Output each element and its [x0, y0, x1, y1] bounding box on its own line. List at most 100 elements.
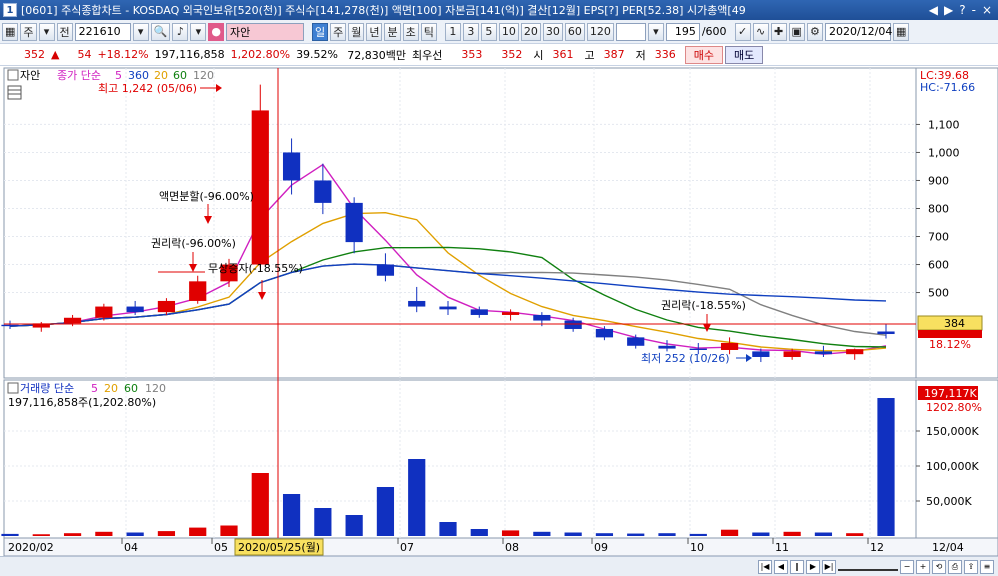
quote-bar: 352 ▲ 54 +18.12% 197,116,858 1,202.80% 3… — [0, 44, 998, 66]
interval-dropdown-icon[interactable]: ▾ — [647, 22, 664, 41]
candle-body — [720, 342, 739, 350]
legend-ma360: 360 — [128, 69, 149, 82]
search-icon[interactable]: 🔍 — [150, 22, 171, 41]
period-year[interactable]: 년 — [366, 22, 383, 41]
period-day[interactable]: 일 — [311, 22, 329, 41]
candle-body — [157, 300, 176, 313]
close-icon[interactable]: × — [982, 3, 992, 17]
date-picker-icon[interactable]: ▦ — [892, 22, 910, 41]
chart-type-icon[interactable]: ✓ — [734, 22, 751, 41]
help-icon[interactable]: ? — [959, 3, 965, 17]
candle-body — [533, 314, 551, 321]
low-price: 336 — [654, 48, 676, 61]
legend-ma5: 5 — [115, 69, 122, 82]
scroll-right-icon[interactable]: ▶ — [806, 559, 820, 574]
next-window-icon[interactable]: ▶ — [944, 3, 953, 17]
candle-body — [658, 345, 676, 349]
volume-tick-label: 50,000K — [926, 495, 972, 508]
volume-bar — [63, 533, 82, 536]
legend-ma20: 20 — [154, 69, 168, 82]
scroll-pause-icon[interactable]: ‖ — [790, 559, 804, 574]
type-button[interactable]: 주 — [20, 22, 37, 41]
status-bar: |◀ ◀ ‖ ▶ ▶| − + ⟲ ⎙ ⇪ ≡ — [0, 556, 998, 576]
interval-5[interactable]: 5 — [480, 22, 497, 41]
volume-bar — [157, 531, 176, 536]
candle-body — [376, 264, 395, 276]
scroll-left-icon[interactable]: ◀ — [774, 559, 788, 574]
current-volume-label: 197,117K — [924, 387, 977, 400]
indicator-icon[interactable]: ∿ — [752, 22, 769, 41]
period-week[interactable]: 주 — [330, 22, 347, 41]
volume-bar — [282, 494, 301, 536]
volume-bar — [720, 529, 739, 536]
x-axis-label: 08 — [505, 541, 519, 554]
interval-custom-input[interactable] — [615, 22, 646, 41]
prev-window-icon[interactable]: ◀ — [929, 3, 938, 17]
pref-label: 최우선 — [412, 48, 443, 62]
interval-60[interactable]: 60 — [564, 22, 585, 41]
volume-value: 197,116,858주(1,202.80%) — [8, 396, 156, 409]
interval-120[interactable]: 120 — [586, 22, 614, 41]
scroll-start-icon[interactable]: |◀ — [758, 559, 772, 574]
annotation-bonus: 무상증자(-18.55%) — [208, 262, 303, 275]
volume-bar — [376, 487, 395, 536]
interval-20[interactable]: 20 — [520, 22, 541, 41]
type-dropdown-icon[interactable]: ▾ — [38, 22, 55, 41]
price-tick-label: 700 — [928, 231, 949, 244]
scroll-end-icon[interactable]: ▶| — [822, 559, 836, 574]
interval-3[interactable]: 3 — [462, 22, 479, 41]
market-button[interactable]: 전 — [56, 22, 73, 41]
candle-body — [1, 324, 19, 327]
period-minute[interactable]: 분 — [384, 22, 401, 41]
crosshair-icon[interactable]: ✚ — [770, 22, 787, 41]
volume-bar — [814, 532, 833, 536]
minimize-icon[interactable]: - — [972, 3, 976, 17]
candle-body — [783, 351, 801, 357]
stock-badge-icon: ● — [208, 22, 224, 41]
code-input[interactable]: 221610 — [74, 22, 131, 41]
price-panel[interactable] — [3, 67, 917, 379]
period-tick[interactable]: 틱 — [420, 22, 437, 41]
export-icon[interactable]: ⇪ — [964, 559, 978, 574]
sell-button[interactable]: 매도 — [725, 45, 764, 64]
interval-1[interactable]: 1 — [444, 22, 461, 41]
data-table-icon[interactable] — [7, 85, 22, 100]
date-input[interactable]: 2020/12/04 — [824, 22, 892, 41]
pref-bid: 352 — [501, 48, 523, 61]
stock-name-field[interactable]: 자안 — [225, 22, 304, 41]
period-second[interactable]: 초 — [402, 22, 419, 41]
volume-legend-checkbox-icon[interactable] — [7, 382, 19, 394]
candle-body — [251, 110, 269, 265]
settings-icon[interactable]: ⚙ — [806, 22, 823, 41]
chart-svg[interactable]: 자안 종가 단순 5 360 20 60 120 LC:39.68 HC:-71… — [0, 66, 998, 576]
sound-dropdown-icon[interactable]: ▾ — [190, 22, 207, 41]
interval-30[interactable]: 30 — [542, 22, 563, 41]
interval-10[interactable]: 10 — [498, 22, 519, 41]
chart-area[interactable]: 자안 종가 단순 5 360 20 60 120 LC:39.68 HC:-71… — [0, 66, 998, 576]
volume-bar — [783, 531, 801, 536]
x-axis-label: 2020/02 — [8, 541, 54, 554]
candle-body — [282, 152, 301, 181]
legend-checkbox-icon[interactable] — [7, 69, 19, 81]
period-month[interactable]: 월 — [348, 22, 365, 41]
zoom-out-icon[interactable]: − — [900, 559, 914, 574]
count-input[interactable]: 195 — [665, 22, 700, 41]
candle-body — [314, 180, 332, 203]
zoom-reset-icon[interactable]: ⟲ — [932, 559, 946, 574]
window-controls: ◀ ▶ ? - × — [929, 3, 998, 17]
open-price: 361 — [552, 48, 574, 61]
trade-amount: 72,830백만 — [347, 48, 407, 62]
options-icon[interactable]: ≡ — [980, 559, 994, 574]
candle-body — [814, 351, 833, 355]
sound-icon[interactable]: ♪ — [172, 22, 189, 41]
code-dropdown-icon[interactable]: ▾ — [132, 22, 149, 41]
buy-button[interactable]: 매수 — [684, 45, 724, 64]
current-price-label: 384 — [944, 317, 965, 330]
x-axis-label: 09 — [594, 541, 608, 554]
zoom-slider[interactable] — [838, 563, 898, 571]
zoom-in-icon[interactable]: + — [916, 559, 930, 574]
layout-icon[interactable]: ▦ — [2, 22, 19, 41]
candle-body — [95, 306, 113, 318]
save-icon[interactable]: ▣ — [788, 22, 805, 41]
print-icon[interactable]: ⎙ — [948, 559, 962, 574]
